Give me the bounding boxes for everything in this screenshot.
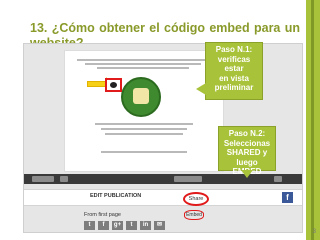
callout-line: SHARED y luego — [226, 148, 268, 167]
edge-bar-accent — [311, 0, 314, 240]
preview-eye-icon[interactable] — [105, 78, 122, 92]
twitter-icon[interactable]: t — [84, 221, 95, 230]
google-plus-icon[interactable]: g+ — [112, 221, 123, 230]
publication-bar: EDIT PUBLICATION Share f — [24, 189, 302, 206]
doc-text-line — [85, 63, 201, 65]
doc-text-line — [105, 133, 183, 135]
callout-step-2: Paso N.2: Seleccionas SHARED y luego EMB… — [218, 126, 276, 178]
tumblr-icon[interactable]: t — [126, 221, 137, 230]
school-logo — [121, 77, 161, 117]
callout-line: Seleccionas — [223, 138, 271, 148]
doc-text-line — [95, 123, 193, 125]
logo-emblem — [133, 88, 149, 104]
callout-line: en vista — [219, 73, 249, 83]
email-icon[interactable]: ✉ — [154, 221, 165, 230]
share-options: From first page Embed t f g+ t in ✉ — [84, 210, 294, 230]
linkedin-icon[interactable]: in — [140, 221, 151, 230]
document-preview — [64, 50, 224, 172]
edit-publication-button[interactable]: EDIT PUBLICATION — [90, 193, 141, 199]
callout-step-1: Paso N.1: verificas estar en vista preli… — [196, 42, 263, 100]
doc-text-line — [97, 67, 189, 69]
doc-text-line — [101, 151, 187, 153]
doc-text-line — [77, 59, 209, 61]
toolbar-button[interactable] — [274, 176, 282, 182]
embed-button[interactable]: Embed — [184, 210, 204, 220]
share-button[interactable]: Share — [183, 192, 209, 206]
callout-line: preliminar — [214, 83, 254, 92]
slide: 13. ¿Cómo obtener el código embed para u… — [0, 0, 320, 240]
doc-text-line — [101, 128, 187, 130]
from-first-page-option[interactable]: From first page — [84, 212, 121, 218]
page-number: 3 — [312, 229, 316, 235]
pointer-arrow — [87, 77, 112, 89]
document-header — [77, 59, 209, 73]
callout-line: Paso N.2: — [228, 129, 266, 138]
toolbar-button[interactable] — [32, 176, 54, 182]
callout-line: Paso N.1: — [215, 45, 253, 54]
toolbar-button[interactable] — [174, 176, 202, 182]
toolbar-button[interactable] — [60, 176, 68, 182]
facebook-icon[interactable]: f — [282, 192, 293, 203]
facebook-share-icon[interactable]: f — [98, 221, 109, 230]
callout-line: verificas estar — [217, 54, 251, 74]
callout-line: EMBED — [232, 167, 262, 176]
